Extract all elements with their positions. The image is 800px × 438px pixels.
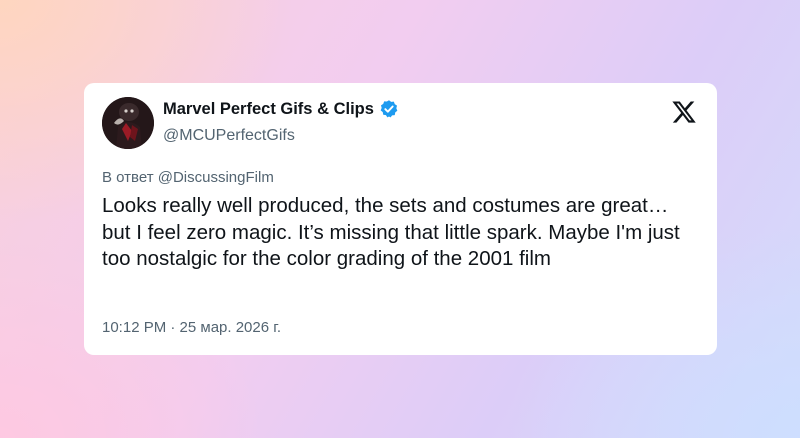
tweet-text: Looks really well produced, the sets and… <box>102 194 680 270</box>
tweet-card: Marvel Perfect Gifs & Clips @MCUPerfectG… <box>84 83 717 355</box>
avatar[interactable] <box>102 97 154 149</box>
user-handle[interactable]: @MCUPerfectGifs <box>163 127 295 145</box>
reply-to-label: В ответ @DiscussingFilm <box>102 169 274 186</box>
display-name-row: Marvel Perfect Gifs & Clips <box>163 99 399 119</box>
avatar-image <box>102 97 154 149</box>
tweet-timestamp[interactable]: 10:12 PM · 25 мар. 2026 г. <box>102 319 281 336</box>
x-logo-icon[interactable] <box>671 99 697 125</box>
verified-badge-icon <box>379 99 399 119</box>
display-name[interactable]: Marvel Perfect Gifs & Clips <box>163 100 374 119</box>
